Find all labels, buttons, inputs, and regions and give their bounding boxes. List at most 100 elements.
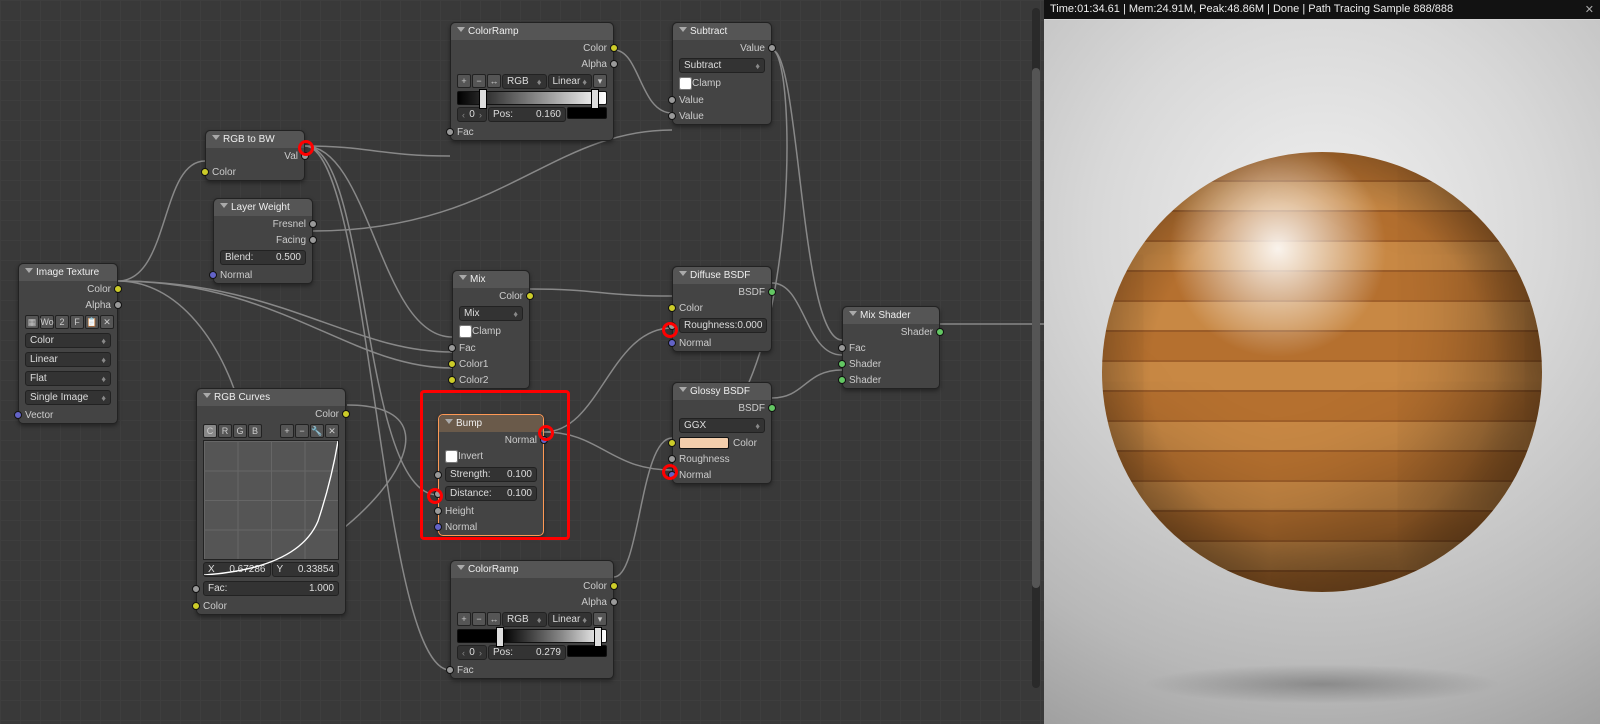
in-value-2: Value bbox=[679, 111, 704, 122]
in-normal: Normal bbox=[679, 470, 711, 481]
roughness-field[interactable]: Roughness:0.000 bbox=[679, 318, 767, 333]
in-normal: Normal bbox=[220, 270, 252, 281]
stop-idx[interactable]: ‹0› bbox=[457, 107, 487, 122]
node-header[interactable]: Bump bbox=[439, 415, 543, 432]
in-color: Color bbox=[679, 303, 703, 314]
in-color1: Color1 bbox=[459, 359, 488, 370]
node-header[interactable]: ColorRamp bbox=[451, 561, 613, 578]
in-shader-2: Shader bbox=[849, 375, 881, 386]
node-title: Diffuse BSDF bbox=[690, 270, 750, 281]
out-bsdf: BSDF bbox=[738, 403, 765, 414]
node-colorramp-2[interactable]: ColorRamp Color Alpha +−↔ RGB♦ Linear♦ ▾… bbox=[450, 560, 614, 679]
node-rgb-to-bw[interactable]: RGB to BW Val Color bbox=[205, 130, 305, 181]
node-title: Bump bbox=[456, 418, 482, 429]
node-header[interactable]: Subtract bbox=[673, 23, 771, 40]
stop-color[interactable] bbox=[567, 107, 607, 119]
pos-field[interactable]: Pos:0.279 bbox=[488, 645, 566, 660]
source-select[interactable]: Single Image♦ bbox=[25, 390, 111, 405]
curves-tabs[interactable]: C R G B +−🔧✕ bbox=[197, 422, 345, 440]
dist-select[interactable]: GGX♦ bbox=[679, 418, 765, 433]
in-vector: Vector bbox=[25, 410, 53, 421]
rendered-sphere bbox=[1102, 152, 1542, 592]
fac-field[interactable]: Fac:1.000 bbox=[203, 581, 339, 596]
node-header[interactable]: Mix bbox=[453, 271, 529, 288]
node-glossy-bsdf[interactable]: Glossy BSDF BSDF GGX♦ Color Roughness No… bbox=[672, 382, 772, 484]
node-rgb-curves[interactable]: RGB Curves Color C R G B +−🔧✕ X0.67286 Y… bbox=[196, 388, 346, 615]
in-color: Color bbox=[733, 438, 757, 449]
in-fac: Fac bbox=[457, 127, 474, 138]
node-layer-weight[interactable]: Layer Weight Fresnel Facing Blend:0.500 … bbox=[213, 198, 313, 284]
node-title: Subtract bbox=[690, 26, 727, 37]
node-header[interactable]: Glossy BSDF bbox=[673, 383, 771, 400]
curves-area[interactable] bbox=[203, 440, 339, 560]
node-mix-shader[interactable]: Mix Shader Shader Fac Shader Shader bbox=[842, 306, 940, 389]
node-header[interactable]: ColorRamp bbox=[451, 23, 613, 40]
mix-type[interactable]: Mix♦ bbox=[459, 306, 523, 321]
status-text: Time:01:34.61 | Mem:24.91M, Peak:48.86M … bbox=[1050, 3, 1453, 16]
out-color: Color bbox=[583, 581, 607, 592]
node-colorramp-1[interactable]: ColorRamp Color Alpha +−↔ RGB♦ Linear♦ ▾… bbox=[450, 22, 614, 141]
in-shader-1: Shader bbox=[849, 359, 881, 370]
node-title: Mix Shader bbox=[860, 310, 911, 321]
ramp[interactable] bbox=[457, 91, 607, 105]
render-preview-panel: Time:01:34.61 | Mem:24.91M, Peak:48.86M … bbox=[1044, 0, 1600, 724]
out-shader: Shader bbox=[901, 327, 933, 338]
scrollbar-thumb[interactable] bbox=[1032, 68, 1040, 588]
ramp-controls[interactable]: +−↔ RGB♦ Linear♦ ▾ bbox=[451, 72, 613, 91]
node-editor[interactable]: Image Texture Color Alpha ▦Wo 2F 📋✕ Colo… bbox=[0, 0, 1044, 724]
colorspace-select[interactable]: Color♦ bbox=[25, 333, 111, 348]
color-swatch[interactable] bbox=[679, 437, 729, 449]
out-val: Val bbox=[284, 151, 298, 162]
node-image-texture[interactable]: Image Texture Color Alpha ▦Wo 2F 📋✕ Colo… bbox=[18, 263, 118, 424]
node-header[interactable]: Diffuse BSDF bbox=[673, 267, 771, 284]
out-alpha: Alpha bbox=[581, 597, 607, 608]
clamp-checkbox[interactable] bbox=[679, 77, 692, 90]
node-title: Image Texture bbox=[36, 267, 99, 278]
proj-select[interactable]: Flat♦ bbox=[25, 371, 111, 386]
node-mix[interactable]: Mix Color Mix♦ Clamp Fac Color1 Color2 bbox=[452, 270, 530, 389]
out-alpha: Alpha bbox=[581, 59, 607, 70]
in-fac: Fac bbox=[849, 343, 866, 354]
in-fac: Fac bbox=[459, 343, 476, 354]
status-bar: Time:01:34.61 | Mem:24.91M, Peak:48.86M … bbox=[1044, 0, 1600, 19]
node-header[interactable]: Layer Weight bbox=[214, 199, 312, 216]
out-alpha: Alpha bbox=[85, 300, 111, 311]
node-header[interactable]: Image Texture bbox=[19, 264, 117, 281]
out-normal: Normal bbox=[505, 435, 537, 446]
strength-field[interactable]: Strength:0.100 bbox=[445, 467, 537, 482]
stop-idx[interactable]: ‹0› bbox=[457, 645, 487, 660]
out-bsdf: BSDF bbox=[738, 287, 765, 298]
clamp-checkbox[interactable] bbox=[459, 325, 472, 338]
sphere-shadow bbox=[1142, 664, 1502, 704]
invert-label: Invert bbox=[458, 451, 483, 462]
clamp-label: Clamp bbox=[472, 326, 501, 337]
node-title: RGB Curves bbox=[214, 392, 270, 403]
node-title: ColorRamp bbox=[468, 26, 519, 37]
node-diffuse-bsdf[interactable]: Diffuse BSDF BSDF Color Roughness:0.000 … bbox=[672, 266, 772, 352]
distance-field[interactable]: Distance:0.100 bbox=[445, 486, 537, 501]
node-subtract[interactable]: Subtract Value Subtract♦ Clamp Value Val… bbox=[672, 22, 772, 125]
invert-checkbox[interactable] bbox=[445, 450, 458, 463]
node-title: Glossy BSDF bbox=[690, 386, 750, 397]
render-view[interactable] bbox=[1044, 20, 1600, 724]
in-normal: Normal bbox=[679, 338, 711, 349]
image-datablock[interactable]: ▦Wo 2F 📋✕ bbox=[19, 313, 117, 331]
node-header[interactable]: RGB Curves bbox=[197, 389, 345, 406]
pos-field[interactable]: Pos:0.160 bbox=[488, 107, 566, 122]
node-header[interactable]: RGB to BW bbox=[206, 131, 304, 148]
out-value: Value bbox=[740, 43, 765, 54]
close-icon[interactable]: ✕ bbox=[1585, 3, 1594, 16]
ramp[interactable] bbox=[457, 629, 607, 643]
in-color2: Color2 bbox=[459, 375, 488, 386]
out-color: Color bbox=[315, 409, 339, 420]
in-height: Height bbox=[445, 506, 474, 517]
scrollbar-track[interactable] bbox=[1032, 8, 1040, 688]
node-bump[interactable]: Bump Normal Invert Strength:0.100 Distan… bbox=[438, 414, 544, 536]
blend-field[interactable]: Blend:0.500 bbox=[220, 250, 306, 265]
in-roughness: Roughness bbox=[679, 454, 730, 465]
ramp-controls[interactable]: +−↔ RGB♦ Linear♦ ▾ bbox=[451, 610, 613, 629]
node-title: Layer Weight bbox=[231, 202, 290, 213]
node-header[interactable]: Mix Shader bbox=[843, 307, 939, 324]
op-select[interactable]: Subtract♦ bbox=[679, 58, 765, 73]
interp-select[interactable]: Linear♦ bbox=[25, 352, 111, 367]
